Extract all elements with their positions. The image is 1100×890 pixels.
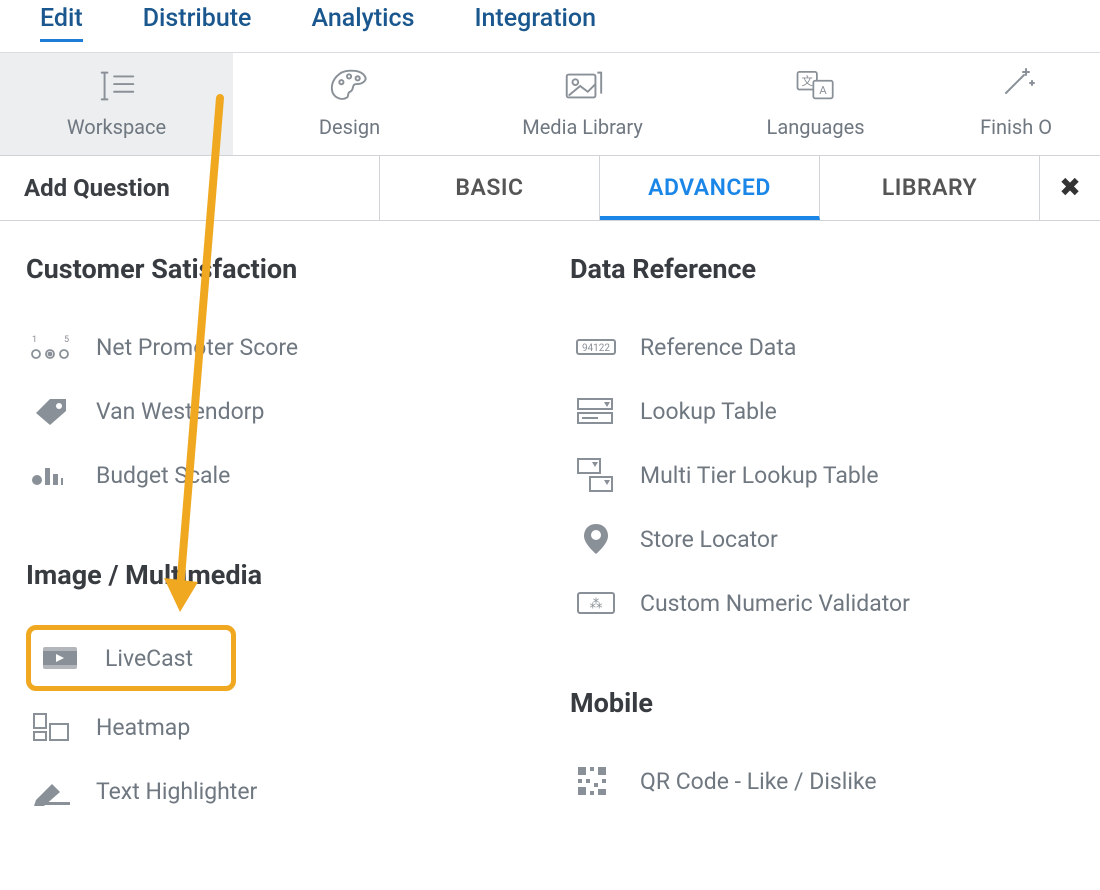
toolbar-design[interactable]: Design bbox=[233, 53, 466, 155]
nav-edit[interactable]: Edit bbox=[40, 4, 83, 42]
toolbar-workspace[interactable]: Workspace bbox=[0, 53, 233, 155]
question-custom-numeric-validator[interactable]: ⁂ Custom Numeric Validator bbox=[570, 571, 1074, 635]
question-picker: Customer Satisfaction 1 5 Net Promoter S… bbox=[0, 221, 1100, 823]
svg-text:⁂: ⁂ bbox=[590, 597, 603, 612]
left-column: Customer Satisfaction 1 5 Net Promoter S… bbox=[26, 251, 530, 823]
nav-integration[interactable]: Integration bbox=[474, 4, 596, 42]
question-van-westendorp[interactable]: Van Westendorp bbox=[26, 379, 530, 443]
question-nps[interactable]: 1 5 Net Promoter Score bbox=[26, 315, 530, 379]
svg-text:5: 5 bbox=[64, 335, 69, 345]
subtab-basic[interactable]: BASIC bbox=[380, 156, 600, 220]
add-question-title: Add Question bbox=[0, 156, 380, 220]
reference-data-icon: 94122 bbox=[574, 331, 618, 363]
right-column: Data Reference 94122 Reference Data bbox=[570, 251, 1074, 823]
lookup-table-icon bbox=[574, 395, 618, 427]
close-icon: ✖ bbox=[1059, 173, 1081, 203]
subtab-library[interactable]: LIBRARY bbox=[820, 156, 1040, 220]
highlighter-icon bbox=[30, 775, 74, 807]
question-label: Reference Data bbox=[640, 334, 796, 361]
workspace-icon bbox=[95, 67, 139, 105]
question-label: Store Locator bbox=[640, 526, 778, 553]
subtab-bar: Add Question BASIC ADVANCED LIBRARY ✖ bbox=[0, 156, 1100, 221]
multi-tier-icon bbox=[574, 459, 618, 491]
svg-text:文: 文 bbox=[801, 74, 813, 88]
question-qr-like-dislike[interactable]: QR Code - Like / Dislike bbox=[570, 749, 1074, 813]
question-label: Lookup Table bbox=[640, 398, 777, 425]
question-budget-scale[interactable]: Budget Scale bbox=[26, 443, 530, 507]
question-reference-data[interactable]: 94122 Reference Data bbox=[570, 315, 1074, 379]
edit-toolbar: Workspace Design bbox=[0, 53, 1100, 156]
qr-code-icon bbox=[574, 765, 618, 797]
section-image-multimedia: Image / Multimedia bbox=[26, 559, 530, 591]
subtab-advanced[interactable]: ADVANCED bbox=[600, 156, 820, 220]
svg-text:1: 1 bbox=[32, 335, 37, 345]
question-text-highlighter[interactable]: Text Highlighter bbox=[26, 759, 530, 823]
nps-icon: 1 5 bbox=[30, 331, 74, 363]
toolbar-label: Media Library bbox=[522, 115, 643, 139]
section-customer-satisfaction: Customer Satisfaction bbox=[26, 253, 530, 285]
film-icon bbox=[39, 642, 83, 674]
question-store-locator[interactable]: Store Locator bbox=[570, 507, 1074, 571]
question-label: Budget Scale bbox=[96, 462, 230, 489]
question-label: Heatmap bbox=[96, 714, 190, 741]
question-label: LiveCast bbox=[105, 645, 193, 672]
question-label: Custom Numeric Validator bbox=[640, 590, 910, 617]
toolbar-label: Finish O bbox=[980, 115, 1052, 139]
question-livecast[interactable]: LiveCast bbox=[35, 634, 197, 682]
toolbar-finish[interactable]: Finish O bbox=[932, 53, 1100, 155]
price-tag-icon bbox=[30, 395, 74, 427]
question-heatmap[interactable]: Heatmap bbox=[26, 695, 530, 759]
question-multi-tier-lookup[interactable]: Multi Tier Lookup Table bbox=[570, 443, 1074, 507]
question-label: Van Westendorp bbox=[96, 398, 264, 425]
top-nav: Edit Distribute Analytics Integration bbox=[0, 0, 1100, 53]
toolbar-languages[interactable]: 文 A Languages bbox=[699, 53, 932, 155]
nav-distribute[interactable]: Distribute bbox=[143, 4, 252, 42]
question-label: Net Promoter Score bbox=[96, 334, 298, 361]
toolbar-label: Languages bbox=[767, 115, 865, 139]
svg-text:A: A bbox=[819, 83, 827, 97]
highlight-livecast: LiveCast bbox=[26, 625, 236, 691]
wand-icon bbox=[994, 67, 1038, 105]
heatmap-icon bbox=[30, 711, 74, 743]
budget-scale-icon bbox=[30, 459, 74, 491]
toolbar-media-library[interactable]: Media Library bbox=[466, 53, 699, 155]
question-label: Text Highlighter bbox=[96, 778, 257, 805]
question-label: Multi Tier Lookup Table bbox=[640, 462, 879, 489]
map-pin-icon bbox=[574, 523, 618, 555]
question-label: QR Code - Like / Dislike bbox=[640, 768, 877, 795]
toolbar-label: Workspace bbox=[67, 115, 166, 139]
svg-text:94122: 94122 bbox=[582, 343, 610, 354]
image-icon bbox=[561, 67, 605, 105]
nav-analytics[interactable]: Analytics bbox=[311, 4, 414, 42]
palette-icon bbox=[328, 67, 372, 105]
toolbar-label: Design bbox=[319, 115, 380, 139]
languages-icon: 文 A bbox=[794, 67, 838, 105]
question-lookup-table[interactable]: Lookup Table bbox=[570, 379, 1074, 443]
section-data-reference: Data Reference bbox=[570, 253, 1074, 285]
section-mobile: Mobile bbox=[570, 687, 1074, 719]
close-panel-button[interactable]: ✖ bbox=[1040, 156, 1100, 220]
numeric-validator-icon: ⁂ bbox=[574, 587, 618, 619]
